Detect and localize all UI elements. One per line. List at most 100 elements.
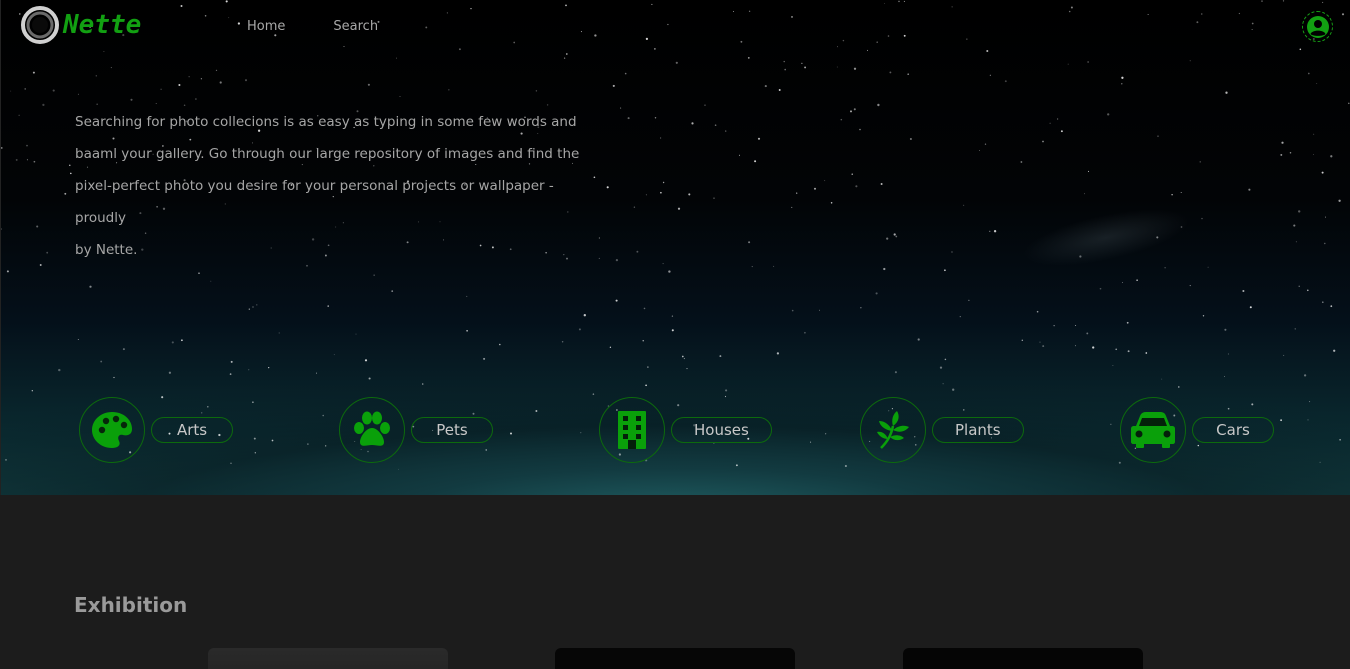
star (171, 341, 174, 344)
star (778, 89, 781, 91)
star (69, 164, 71, 166)
star (1099, 287, 1102, 290)
star (466, 329, 468, 332)
star (24, 88, 27, 90)
star (252, 306, 254, 308)
star (1039, 341, 1041, 343)
category-label: Pets (411, 417, 493, 443)
star (1164, 267, 1166, 269)
star (1333, 349, 1336, 352)
star (499, 343, 501, 346)
star (6, 270, 9, 273)
star (367, 83, 370, 86)
star (1161, 378, 1163, 380)
star (917, 338, 920, 341)
star (1126, 321, 1129, 324)
star (844, 464, 847, 468)
star (1049, 122, 1051, 124)
star (642, 340, 644, 342)
category-label: Cars (1192, 417, 1274, 443)
intro-line: baaml your gallery. Go through our large… (75, 146, 580, 162)
star (421, 383, 424, 385)
star (1199, 161, 1201, 163)
star (645, 194, 647, 196)
exhibition-card[interactable] (208, 648, 448, 669)
star (830, 202, 833, 204)
star (1, 146, 3, 149)
star (18, 114, 20, 116)
star (33, 160, 36, 163)
star (1121, 83, 1123, 85)
star (1121, 76, 1124, 79)
star (633, 206, 636, 208)
star (26, 144, 28, 147)
logo[interactable]: Nette (19, 4, 141, 46)
star (889, 71, 892, 74)
star (198, 272, 200, 275)
category-plants[interactable]: Plants (860, 397, 1024, 463)
star (230, 360, 233, 363)
category-arts[interactable]: Arts (79, 397, 233, 463)
star (836, 66, 838, 68)
exhibition-card[interactable] (903, 648, 1143, 669)
star (725, 130, 727, 132)
star (1303, 374, 1307, 377)
star (875, 292, 878, 295)
star (855, 185, 858, 188)
exhibition-card[interactable] (555, 648, 795, 669)
category-cars[interactable]: Cars (1120, 397, 1274, 463)
star (248, 369, 250, 371)
star (1036, 310, 1039, 313)
star (1322, 301, 1324, 303)
star (10, 90, 12, 92)
star (968, 299, 970, 302)
star (1067, 63, 1069, 65)
nav-home-link[interactable]: Home (247, 19, 285, 34)
star (210, 280, 212, 282)
car-icon (1120, 397, 1186, 463)
star (939, 366, 943, 369)
star (883, 267, 886, 271)
star (1330, 155, 1333, 158)
star (714, 124, 717, 126)
star (1227, 353, 1229, 355)
star (944, 269, 946, 272)
star (1178, 386, 1180, 388)
star (877, 103, 880, 107)
star (1087, 61, 1089, 63)
intro-line: by Nette. (75, 242, 138, 258)
star (256, 304, 258, 306)
star (583, 314, 586, 317)
star (783, 60, 785, 63)
star (662, 263, 664, 265)
star (647, 366, 649, 368)
star (1283, 354, 1285, 356)
star (535, 90, 538, 92)
star (853, 108, 856, 111)
building-icon (599, 397, 665, 463)
star (738, 154, 741, 156)
star (200, 78, 203, 80)
category-houses[interactable]: Houses (599, 397, 772, 463)
star (1224, 375, 1225, 377)
star (1136, 279, 1138, 281)
star (1201, 217, 1203, 220)
star (36, 225, 39, 228)
intro-line: pixel-perfect photo you desire for your … (75, 178, 554, 226)
nav-search-link[interactable]: Search (333, 19, 378, 34)
star (58, 368, 61, 372)
star (373, 274, 375, 276)
star (598, 257, 600, 259)
star (100, 360, 103, 363)
category-pets[interactable]: Pets (339, 397, 493, 463)
star (1112, 365, 1114, 366)
star (851, 173, 853, 175)
star (886, 237, 889, 240)
category-label: Houses (671, 417, 772, 443)
star (219, 81, 222, 84)
star (979, 149, 981, 151)
star (1298, 285, 1300, 287)
star (791, 206, 793, 208)
user-account-button[interactable] (1302, 11, 1333, 42)
star (612, 84, 615, 87)
